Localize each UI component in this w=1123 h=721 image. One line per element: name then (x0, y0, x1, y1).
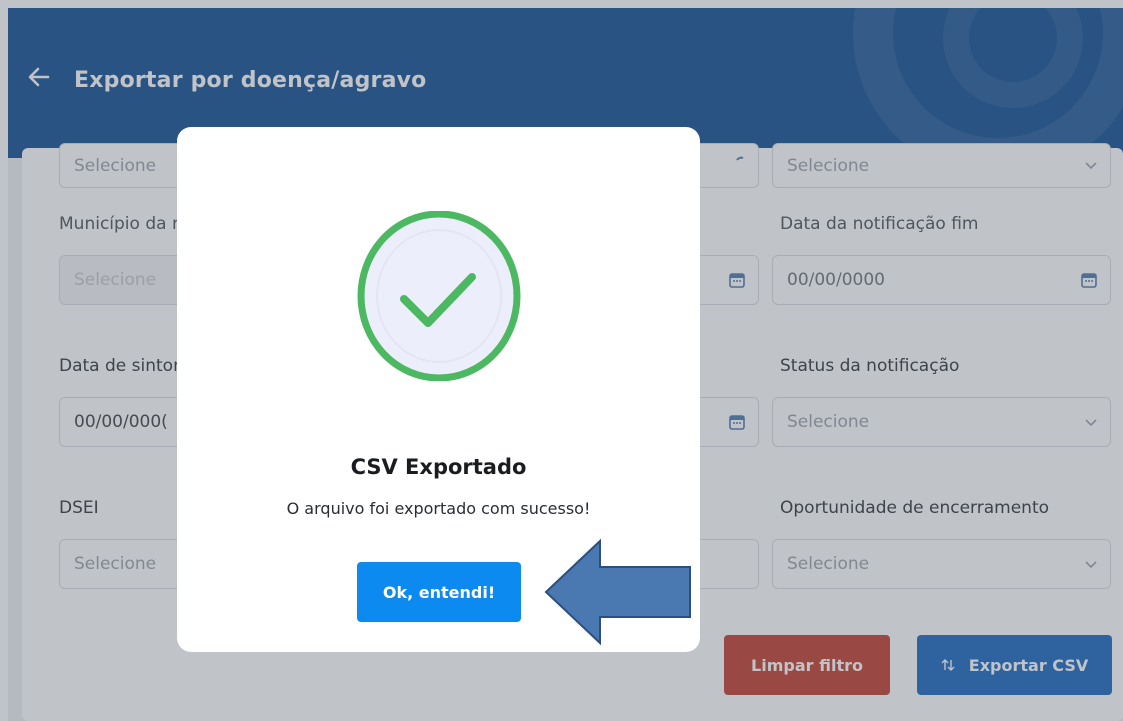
check-circle-icon (357, 211, 521, 381)
dialog-title: CSV Exportado (350, 455, 527, 479)
ok-button[interactable]: Ok, entendi! (357, 562, 521, 622)
screen: Exportar por doença/agravo Selecione Sel… (0, 0, 1123, 721)
dialog-message: O arquivo foi exportado com sucesso! (286, 499, 591, 518)
annotation-arrow (544, 538, 691, 646)
